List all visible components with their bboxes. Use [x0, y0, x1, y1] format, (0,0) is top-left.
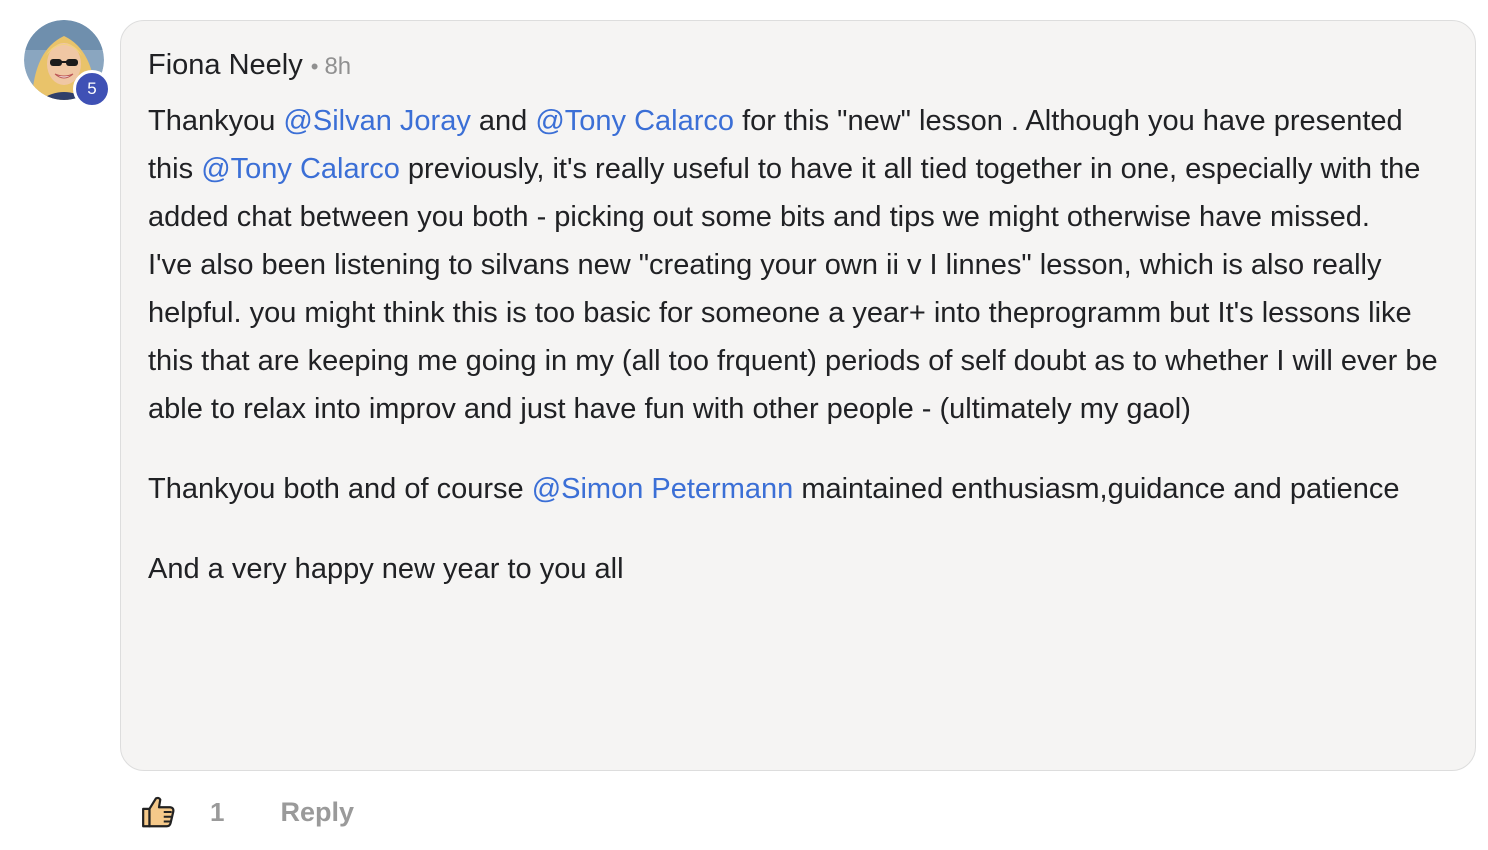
comment-text: And a very happy new year to you all [148, 553, 624, 585]
comment-body: Thankyou @Silvan Joray and @Tony Calarco… [148, 97, 1448, 593]
mention-link[interactable]: @Simon Petermann [532, 473, 794, 505]
reply-button[interactable]: Reply [280, 797, 354, 828]
comment-paragraph: Thankyou both and of course @Simon Peter… [148, 465, 1448, 513]
comment-actions: 1 Reply [140, 790, 354, 834]
comment-header: Fiona Neely • 8h [148, 49, 1448, 89]
comment-text: I've also been listening to silvans new … [148, 249, 1438, 425]
separator-dot: • [310, 54, 319, 79]
mention-link[interactable]: @Silvan Joray [283, 105, 470, 137]
mention-link[interactable]: @Tony Calarco [535, 105, 734, 137]
comment-text: Thankyou [148, 105, 284, 137]
comment-paragraph: And a very happy new year to you all [148, 545, 1448, 593]
thumbs-up-icon[interactable] [140, 793, 178, 831]
comment-text: maintained enthusiasm,guidance and patie… [793, 473, 1400, 505]
timestamp[interactable]: 8h [324, 53, 351, 81]
comment-text: Thankyou both and of course [148, 473, 532, 505]
mention-link[interactable]: @Tony Calarco [201, 153, 400, 185]
like-count: 1 [210, 796, 225, 827]
comment: 5 Fiona Neely • 8h Thankyou @Silvan Jora… [0, 0, 1488, 850]
comment-text: and [470, 105, 536, 137]
author-name[interactable]: Fiona Neely [148, 49, 303, 82]
comment-paragraph: Thankyou @Silvan Joray and @Tony Calarco… [148, 97, 1448, 433]
level-badge: 5 [73, 70, 111, 108]
avatar-container[interactable]: 5 [24, 20, 111, 108]
comment-bubble: Fiona Neely • 8h Thankyou @Silvan Joray … [120, 20, 1476, 771]
like-button[interactable]: 1 [140, 793, 224, 831]
